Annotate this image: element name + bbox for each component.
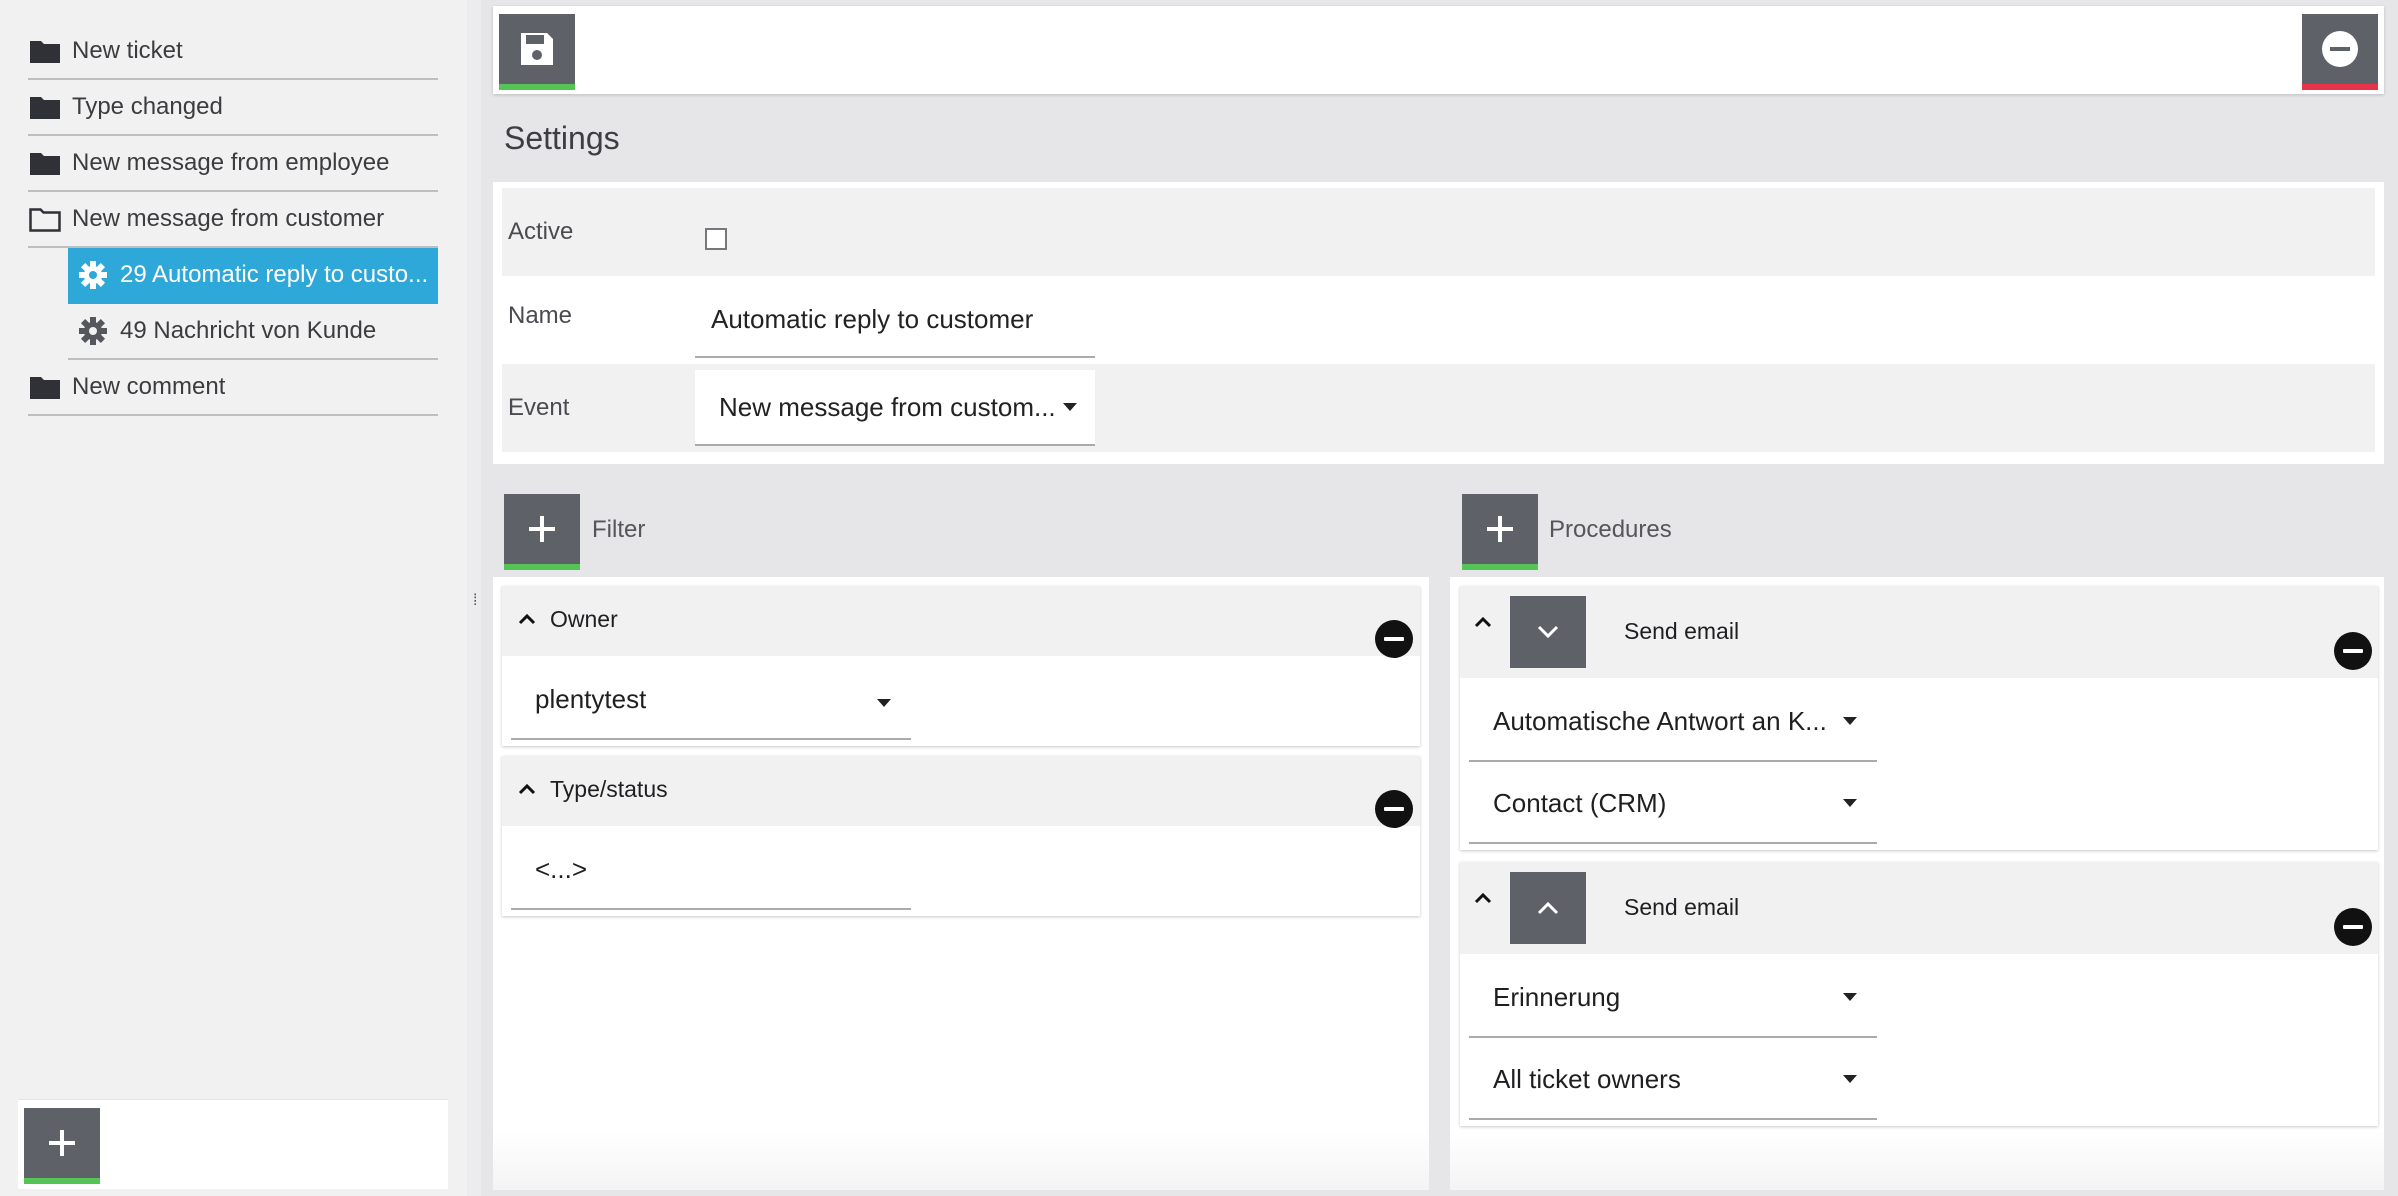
settings-panel: Active Name Automatic reply to customer … xyxy=(493,182,2384,464)
chevron-up-icon[interactable] xyxy=(1474,616,1492,628)
tree-item-label: 49 Nachricht von Kunde xyxy=(120,317,377,344)
procedure-group-title: Send email xyxy=(1624,618,1740,644)
type-status-select-value: <...> xyxy=(535,853,588,884)
folder-icon xyxy=(28,37,62,65)
dropdown-caret-icon xyxy=(877,699,891,707)
name-input-value: Automatic reply to customer xyxy=(711,303,1034,334)
type-status-select[interactable]: <...> xyxy=(511,830,911,910)
add-filter-button[interactable] xyxy=(504,494,580,570)
sidebar-footer xyxy=(18,1099,448,1189)
filter-title: Filter xyxy=(592,516,646,543)
gear-icon xyxy=(76,261,110,289)
procedure-group-2: Send email Erinnerung All ticket owners xyxy=(1460,862,2378,1126)
recipient-select[interactable]: All ticket owners xyxy=(1469,1040,1877,1120)
tree-item-new-ticket[interactable]: New ticket xyxy=(28,24,438,80)
gear-icon xyxy=(76,317,110,345)
chevron-down-icon xyxy=(1537,625,1559,639)
remove-procedure-button[interactable] xyxy=(2334,632,2372,670)
chevron-up-icon xyxy=(1537,901,1559,915)
event-label: Event xyxy=(508,394,570,421)
email-template-select[interactable]: Automatische Antwort an K... xyxy=(1469,682,1877,762)
tree-item-label: New comment xyxy=(72,373,226,400)
procedure-group-title: Send email xyxy=(1624,894,1740,920)
recipient-select-value: All ticket owners xyxy=(1493,1063,1681,1094)
procedures-title: Procedures xyxy=(1549,516,1672,543)
add-event-button[interactable] xyxy=(24,1108,100,1184)
remove-filter-button[interactable] xyxy=(1375,620,1413,658)
event-select[interactable]: New message from custom... xyxy=(695,370,1095,446)
procedure-group-header: Send email xyxy=(1460,586,2378,678)
move-down-button[interactable] xyxy=(1510,596,1586,668)
minus-circle-icon xyxy=(2322,31,2358,67)
filter-group-title: Type/status xyxy=(550,776,668,802)
event-select-value: New message from custom... xyxy=(719,391,1056,422)
sidebar: New ticket Type changed New message from… xyxy=(0,0,467,1196)
dropdown-caret-icon xyxy=(1063,403,1077,411)
owner-select[interactable]: plentytest xyxy=(511,660,911,740)
folder-icon xyxy=(28,373,62,401)
tree-item-label: Type changed xyxy=(72,93,223,120)
plus-icon xyxy=(49,1130,75,1156)
tree-item-new-comment[interactable]: New comment xyxy=(28,360,438,416)
folder-open-icon xyxy=(28,205,62,233)
procedure-group-1: Send email Automatische Antwort an K... … xyxy=(1460,586,2378,850)
save-button[interactable] xyxy=(499,14,575,90)
email-template-select-value: Erinnerung xyxy=(1493,981,1621,1012)
folder-icon xyxy=(28,149,62,177)
chevron-up-icon[interactable] xyxy=(1474,892,1492,904)
tree-item-label: 29 Automatic reply to custo... xyxy=(120,261,429,288)
toolbar xyxy=(493,6,2384,94)
add-procedure-button[interactable] xyxy=(1462,494,1538,570)
name-label: Name xyxy=(508,302,573,329)
tree-item-new-message-from-employee[interactable]: New message from employee xyxy=(28,136,438,192)
owner-select-value: plentytest xyxy=(535,683,647,714)
folder-icon xyxy=(28,93,62,121)
chevron-up-icon[interactable] xyxy=(518,783,536,795)
filter-group-type-status: Type/status <...> xyxy=(502,756,1420,916)
recipient-select-value: Contact (CRM) xyxy=(1493,787,1667,818)
email-template-select-value: Automatische Antwort an K... xyxy=(1493,705,1827,736)
tree-item-nachricht-von-kunde[interactable]: 49 Nachricht von Kunde xyxy=(68,304,438,360)
recipient-select[interactable]: Contact (CRM) xyxy=(1469,764,1877,844)
tree-item-type-changed[interactable]: Type changed xyxy=(28,80,438,136)
dropdown-caret-icon xyxy=(1843,717,1857,725)
plus-icon xyxy=(1487,516,1513,542)
email-template-select[interactable]: Erinnerung xyxy=(1469,958,1877,1038)
tree-item-new-message-from-customer[interactable]: New message from customer xyxy=(28,192,438,248)
splitter-grip-icon[interactable]: ⁞ xyxy=(473,592,477,610)
tree-item-label: New ticket xyxy=(72,37,183,64)
floppy-disk-icon xyxy=(521,33,553,65)
filter-group-owner: Owner plentytest xyxy=(502,586,1420,746)
filter-group-header: Type/status xyxy=(502,756,1420,828)
move-up-button[interactable] xyxy=(1510,872,1586,944)
remove-filter-button[interactable] xyxy=(1375,790,1413,828)
dropdown-caret-icon xyxy=(1843,1075,1857,1083)
filter-group-header: Owner xyxy=(502,586,1420,658)
event-row: Event New message from custom... xyxy=(502,364,2375,452)
remove-procedure-button[interactable] xyxy=(2334,908,2372,946)
settings-title: Settings xyxy=(504,120,620,156)
filter-group-title: Owner xyxy=(550,606,618,632)
name-input[interactable]: Automatic reply to customer xyxy=(695,282,1095,358)
name-row: Name Automatic reply to customer xyxy=(502,276,2375,364)
dropdown-caret-icon xyxy=(1843,993,1857,1001)
active-checkbox[interactable] xyxy=(705,228,727,250)
tree-item-automatic-reply[interactable]: 29 Automatic reply to custo... xyxy=(68,248,438,304)
chevron-up-icon[interactable] xyxy=(518,613,536,625)
active-row: Active xyxy=(502,188,2375,276)
active-label: Active xyxy=(508,218,574,245)
procedure-group-header: Send email xyxy=(1460,862,2378,954)
tree-item-label: New message from employee xyxy=(72,149,390,176)
dropdown-caret-icon xyxy=(1843,799,1857,807)
plus-icon xyxy=(529,516,555,542)
tree-item-label: New message from customer xyxy=(72,205,385,232)
delete-button[interactable] xyxy=(2302,14,2378,90)
